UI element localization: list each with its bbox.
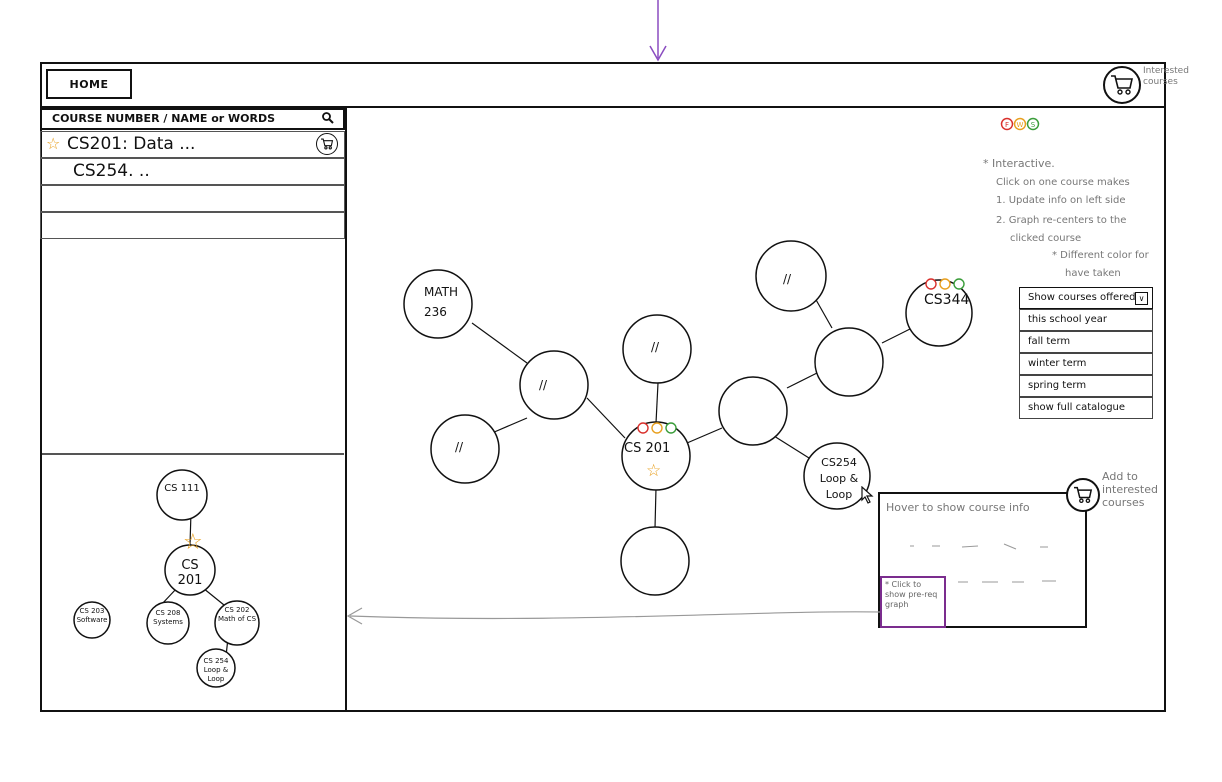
node-label-placeholder: // (651, 340, 660, 354)
hover-info-title: Hover to show course info (886, 501, 1030, 514)
prereq-arrow (346, 607, 881, 625)
graph-node-placeholder[interactable] (430, 414, 500, 484)
cart-icon (1074, 486, 1093, 504)
add-to-interested-button[interactable] (1066, 478, 1100, 512)
cursor-icon (861, 486, 874, 504)
graph-node-placeholder[interactable] (519, 350, 589, 420)
cs344-term-badges (925, 278, 965, 290)
mini-node-cs111 (156, 469, 208, 521)
search-input[interactable]: COURSE NUMBER / NAME or WORDS (40, 108, 345, 130)
cart-icon (321, 138, 334, 150)
list-item[interactable]: CS254. .. (40, 158, 345, 185)
cart-icon (1111, 75, 1133, 95)
mini-star-icon: ☆ (183, 530, 203, 555)
mini-label-cs202[interactable]: CS 202 Math of CS (217, 606, 257, 624)
graph-node-placeholder[interactable] (620, 526, 690, 596)
list-item-label: CS201: Data ... (67, 134, 196, 154)
interested-courses-cart-button[interactable] (1103, 66, 1141, 104)
list-item[interactable]: ☆ CS201: Data ... (40, 131, 345, 158)
mini-label-cs208[interactable]: CS 208 Systems (148, 609, 188, 627)
graph-node-placeholder[interactable] (718, 376, 788, 446)
node-label-placeholder: // (783, 272, 792, 286)
home-button[interactable]: HOME (46, 69, 132, 99)
left-panel-divider (42, 453, 344, 455)
cs201-star-icon: ☆ (646, 461, 661, 481)
top-arrow (649, 0, 667, 62)
list-item-label: CS254. .. (73, 161, 150, 181)
cs201-term-badges (637, 422, 677, 434)
node-label-placeholder: // (539, 378, 548, 392)
mini-label-cs111[interactable]: CS 111 (162, 483, 202, 495)
search-icon[interactable] (321, 111, 335, 125)
show-prereq-graph-button[interactable]: * Click to show pre-req graph (880, 576, 946, 628)
graph-node-cs344[interactable] (905, 279, 973, 347)
mini-label-cs201[interactable]: CS 201 (170, 558, 210, 588)
list-item[interactable] (40, 185, 345, 212)
mini-label-cs203[interactable]: CS 203 Software (74, 607, 110, 625)
top-bar (40, 62, 1166, 108)
node-label-placeholder: // (455, 440, 464, 454)
node-label-math236: MATH 236 (424, 285, 458, 319)
add-to-cart-button[interactable] (316, 133, 338, 155)
list-item[interactable] (40, 212, 345, 239)
graph-node-placeholder[interactable] (814, 327, 884, 397)
mini-label-cs254[interactable]: CS 254 Loop & Loop (198, 657, 234, 684)
add-to-interested-note: Add to interested courses (1102, 470, 1158, 509)
node-label-cs201: CS 201 (624, 441, 671, 456)
star-icon: ☆ (46, 134, 61, 153)
node-label-cs344: CS344 (924, 292, 970, 308)
cart-note: Interested courses (1143, 66, 1189, 87)
